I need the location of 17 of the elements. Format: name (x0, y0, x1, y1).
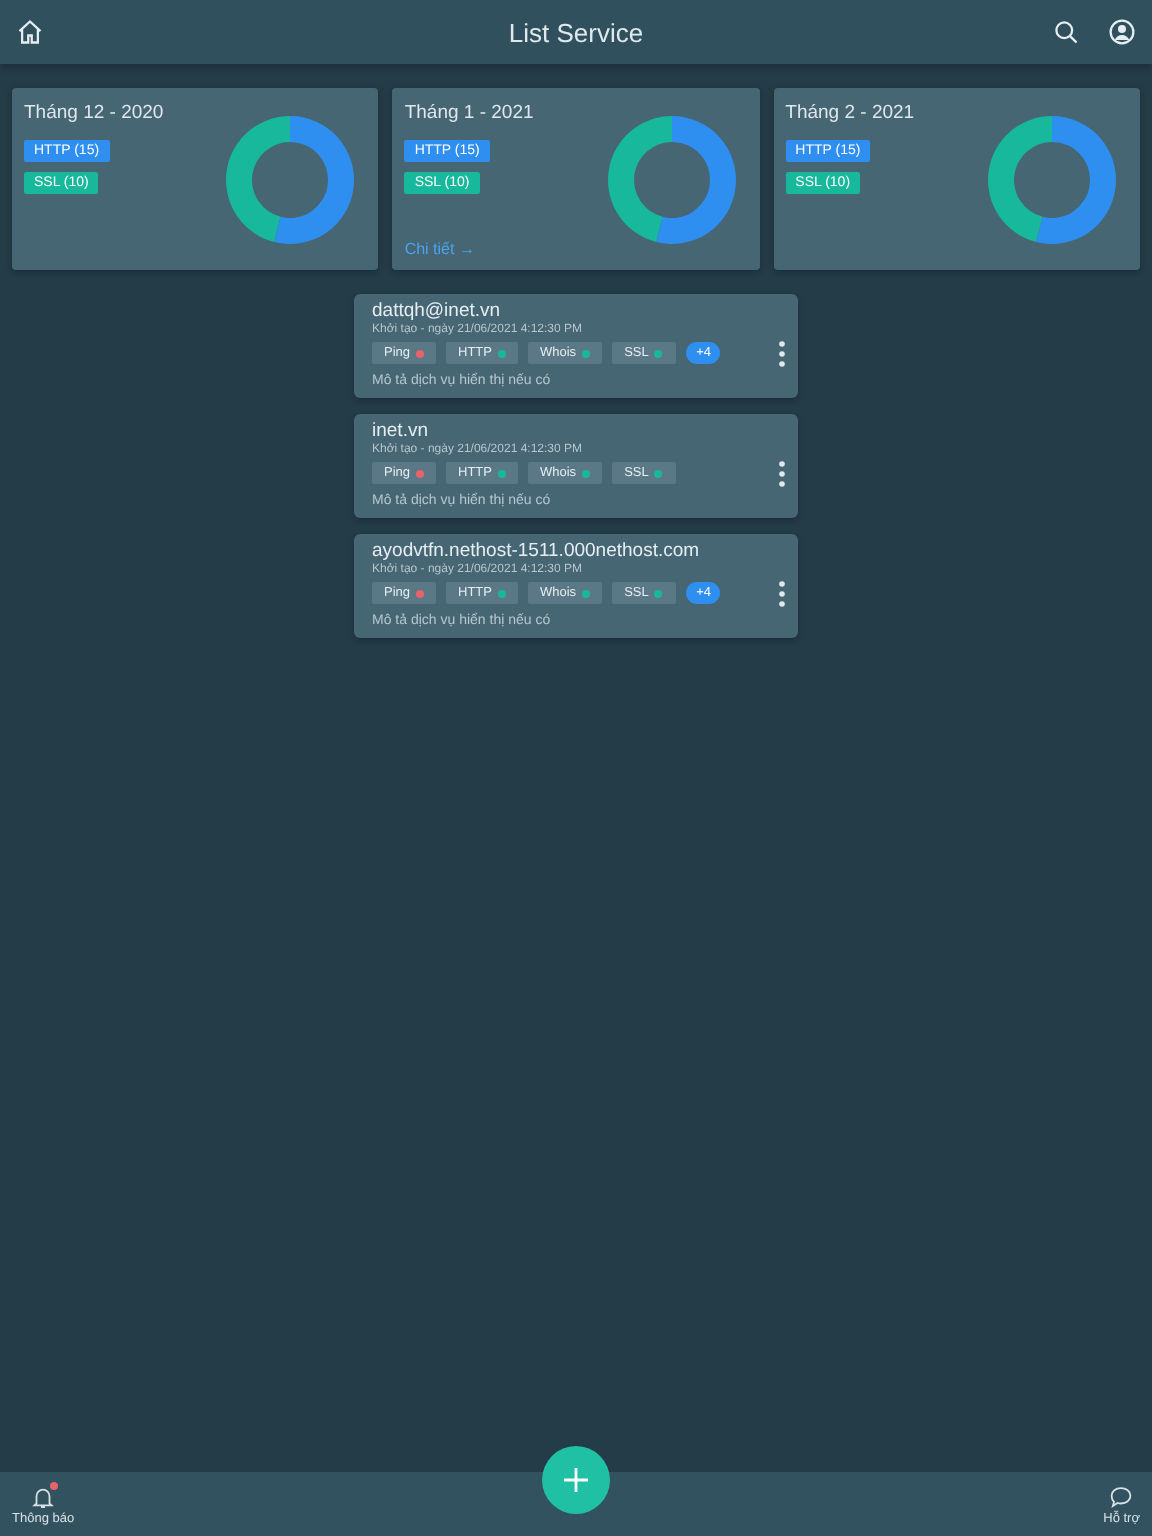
add-button[interactable] (542, 1446, 610, 1514)
more-options-icon[interactable] (778, 460, 786, 488)
account-icon[interactable] (1108, 18, 1136, 46)
plus-icon (560, 1464, 592, 1496)
page-title: List Service (508, 17, 644, 47)
chat-icon (1108, 1483, 1135, 1509)
month-title: Tháng 2 - 2021 (785, 102, 915, 124)
service-name: inet.vn (372, 420, 428, 442)
service-name: ayodvtfn.nethost-1511.000nethost.com (372, 540, 700, 562)
more-options-icon[interactable] (778, 340, 786, 368)
more-options-icon[interactable] (778, 580, 786, 608)
home-icon[interactable] (16, 18, 44, 46)
service-name: dattqh@inet.vn (372, 300, 501, 322)
month-title: Tháng 1 - 2021 (404, 102, 534, 124)
bell-icon (30, 1483, 57, 1509)
month-title: Tháng 12 - 2020 (24, 102, 164, 124)
search-icon[interactable] (1052, 18, 1080, 46)
